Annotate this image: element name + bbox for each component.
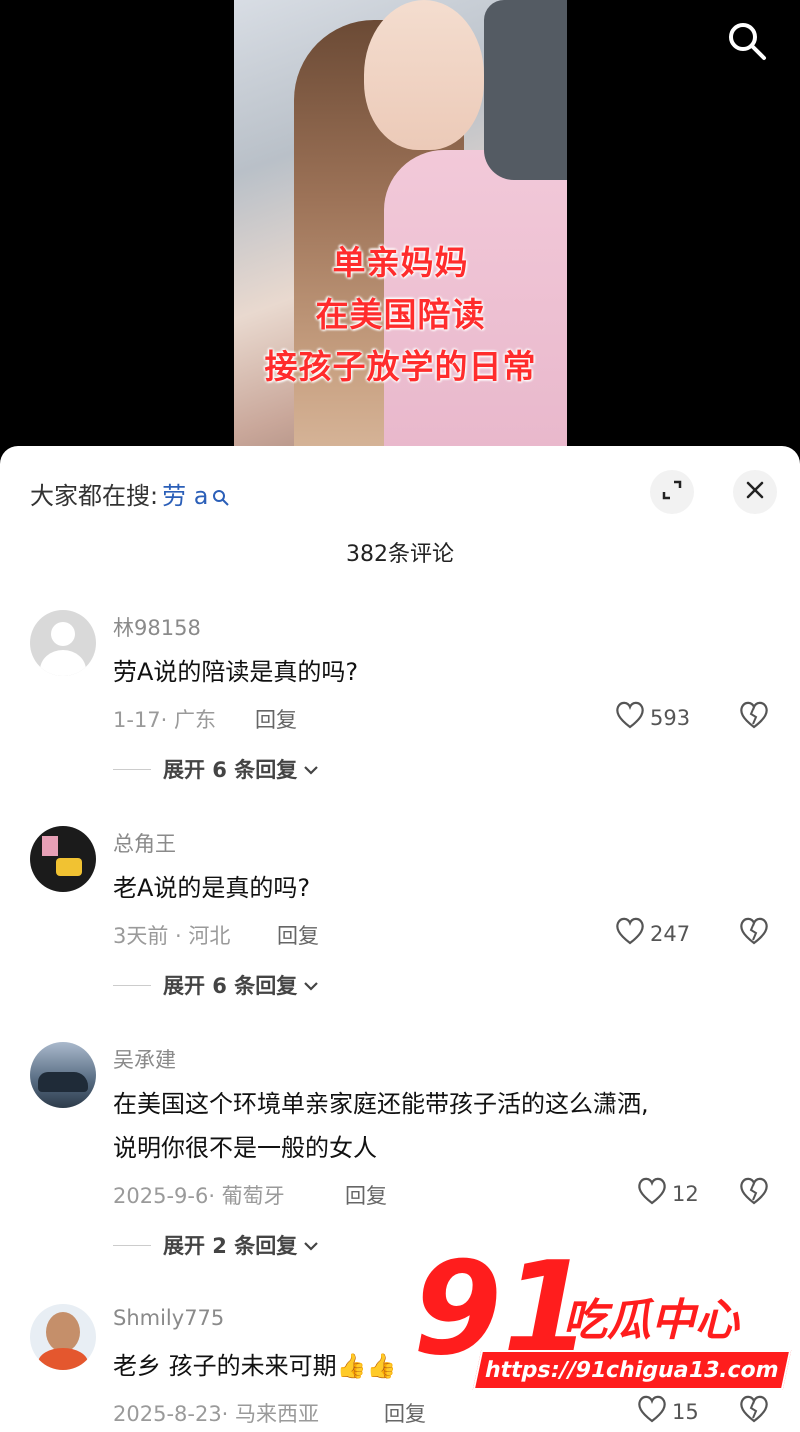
hot-search-prefix: 大家都在搜: bbox=[30, 482, 159, 510]
comment-username[interactable]: 总角王 bbox=[113, 828, 176, 858]
watermark-logo: 91 吃瓜中心 https://91chigua13.com bbox=[405, 1246, 795, 1406]
video-frame[interactable]: 单亲妈妈 在美国陪读 接孩子放学的日常 bbox=[234, 0, 567, 460]
comment-text-line-1: 在美国这个环境单亲家庭还能带孩子活的这么潇洒, bbox=[113, 1090, 649, 1118]
heart-icon bbox=[614, 916, 650, 951]
expand-replies-button[interactable]: 展开 6 条回复 bbox=[113, 754, 319, 784]
hot-search-keyword[interactable]: 劳 a bbox=[162, 476, 208, 511]
comment-username[interactable]: 林98158 bbox=[113, 612, 201, 642]
video-player[interactable]: 单亲妈妈 在美国陪读 接孩子放学的日常 bbox=[0, 0, 800, 460]
like-count: 247 bbox=[650, 921, 691, 946]
avatar[interactable] bbox=[30, 1304, 96, 1370]
broken-heart-icon bbox=[738, 701, 770, 734]
expand-replies-label: 展开 2 条回复 bbox=[163, 1234, 298, 1258]
avatar[interactable] bbox=[30, 826, 96, 892]
video-subject-face bbox=[364, 0, 484, 150]
comment-text-line-2: 说明你很不是一般的女人 bbox=[113, 1134, 377, 1162]
reply-button[interactable]: 回复 bbox=[345, 1180, 387, 1210]
comment-meta: 1-17· 广东 bbox=[113, 708, 217, 732]
comment-username[interactable]: Shmily775 bbox=[113, 1306, 224, 1330]
avatar[interactable] bbox=[30, 610, 96, 676]
hot-search-bar[interactable]: 大家都在搜: 劳 a bbox=[30, 476, 230, 511]
video-car-seat bbox=[484, 0, 567, 180]
comment-text: 老A说的是真的吗? bbox=[113, 874, 311, 902]
like-button[interactable]: 12 bbox=[636, 1176, 699, 1211]
reply-button[interactable]: 回复 bbox=[277, 920, 319, 950]
comment-username[interactable]: 吴承建 bbox=[113, 1044, 176, 1074]
expand-replies-label: 展开 6 条回复 bbox=[163, 974, 298, 998]
video-caption-line-2: 在美国陪读 bbox=[315, 295, 486, 334]
search-icon[interactable] bbox=[726, 20, 768, 62]
reply-button[interactable]: 回复 bbox=[255, 704, 297, 734]
dislike-button[interactable] bbox=[738, 916, 770, 948]
dislike-button[interactable] bbox=[738, 700, 770, 732]
comment-count-title: 382条评论 bbox=[346, 542, 454, 567]
chevron-down-icon bbox=[303, 1233, 319, 1257]
watermark-url: https://91chigua13.com bbox=[472, 1350, 792, 1390]
close-icon bbox=[745, 480, 765, 504]
like-count: 593 bbox=[650, 705, 691, 730]
broken-heart-icon bbox=[738, 1395, 770, 1428]
comment-meta: 3天前 · 河北 bbox=[113, 924, 231, 948]
broken-heart-icon bbox=[738, 1177, 770, 1210]
like-button[interactable]: 247 bbox=[614, 916, 690, 951]
chevron-down-icon bbox=[303, 757, 319, 781]
expand-replies-button[interactable]: 展开 2 条回复 bbox=[113, 1230, 319, 1260]
comment-text: 劳A说的陪读是真的吗? bbox=[113, 658, 359, 686]
watermark-name: 吃瓜中心 bbox=[563, 1295, 739, 1346]
search-icon[interactable] bbox=[212, 485, 230, 506]
avatar[interactable] bbox=[30, 1042, 96, 1108]
comment-item: 林98158 劳A说的陪读是真的吗? 1-17· 广东 回复 593 展开 6 … bbox=[0, 610, 800, 810]
broken-heart-icon bbox=[738, 917, 770, 950]
heart-icon bbox=[614, 700, 650, 735]
close-button[interactable] bbox=[733, 470, 777, 514]
heart-icon bbox=[636, 1176, 672, 1211]
comment-meta: 2025-8-23· 马来西亚 bbox=[113, 1402, 320, 1426]
expand-icon bbox=[661, 479, 683, 505]
comment-text: 在美国这个环境单亲家庭还能带孩子活的这么潇洒, 说明你很不是一般的女人 bbox=[113, 1082, 773, 1170]
chevron-down-icon bbox=[303, 973, 319, 997]
like-count: 12 bbox=[672, 1181, 699, 1206]
video-caption-line-1: 单亲妈妈 bbox=[332, 243, 469, 282]
dislike-button[interactable] bbox=[738, 1176, 770, 1208]
expand-button[interactable] bbox=[650, 470, 694, 514]
video-caption-line-3: 接孩子放学的日常 bbox=[264, 347, 537, 386]
expand-replies-button[interactable]: 展开 6 条回复 bbox=[113, 970, 319, 1000]
comment-meta: 2025-9-6· 葡萄牙 bbox=[113, 1184, 285, 1208]
like-button[interactable]: 593 bbox=[614, 700, 690, 735]
app-screen: 单亲妈妈 在美国陪读 接孩子放学的日常 大家都在搜: 劳 a 382条评论 林9… bbox=[0, 0, 800, 1432]
expand-replies-label: 展开 6 条回复 bbox=[163, 758, 298, 782]
comment-item: 总角王 老A说的是真的吗? 3天前 · 河北 回复 247 展开 6 条回复 bbox=[0, 826, 800, 1026]
